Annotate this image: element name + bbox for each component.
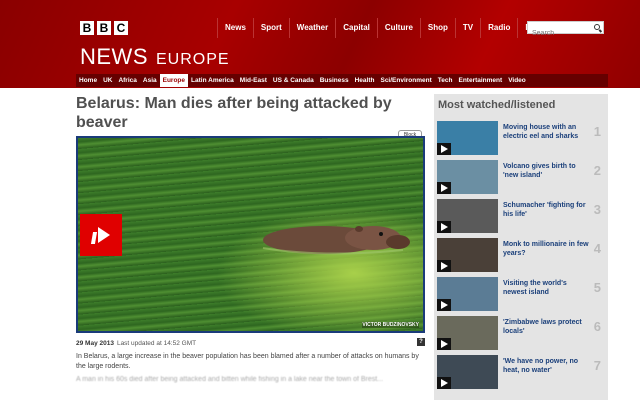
article-body: In Belarus, a large increase in the beav… (76, 352, 421, 385)
video-thumbnail[interactable] (437, 277, 498, 311)
subnav-item-latin-america[interactable]: Latin America (188, 74, 237, 87)
logo-letter: C (114, 21, 128, 35)
article-paragraph: In Belarus, a large increase in the beav… (76, 353, 419, 370)
rank-number: 4 (593, 241, 601, 256)
play-icon (437, 338, 451, 350)
sub-nav: Home UK Africa Asia Europe Latin America… (76, 74, 608, 87)
play-icon (437, 299, 451, 311)
most-watched-link[interactable]: Volcano gives birth to 'new island' (503, 162, 589, 180)
video-thumbnail[interactable] (437, 316, 498, 350)
video-thumbnail[interactable] (437, 121, 498, 155)
most-watched-link[interactable]: Moving house with an electric eel and sh… (503, 123, 589, 141)
video-credit: VICTOR BUDZINOVSKY (362, 322, 419, 328)
article-date: 29 May 2013 (76, 340, 114, 347)
subnav-item-africa[interactable]: Africa (115, 74, 139, 87)
search-box (527, 21, 604, 39)
most-watched-link[interactable]: 'Zimbabwe laws protect locals' (503, 318, 589, 336)
play-icon (437, 260, 451, 272)
beaver-image (262, 226, 410, 255)
subnav-item-asia[interactable]: Asia (140, 74, 160, 87)
rank-number: 3 (593, 202, 601, 217)
subnav-item-mid-east[interactable]: Mid-East (237, 74, 270, 87)
most-watched-item[interactable]: 'We have no power, no heat, no water' 7 (437, 355, 605, 391)
rank-number: 5 (593, 280, 601, 295)
most-watched-link[interactable]: Visiting the world's newest island (503, 279, 589, 297)
subnav-item-us-canada[interactable]: US & Canada (270, 74, 317, 87)
top-nav: News Sport Weather Capital Culture Shop … (217, 18, 558, 38)
most-watched-item[interactable]: Schumacher 'fighting for his life' 3 (437, 199, 605, 235)
nav-item-sport[interactable]: Sport (252, 18, 289, 38)
play-icon[interactable] (80, 214, 122, 256)
nav-item-news[interactable]: News (217, 18, 253, 38)
most-watched-item[interactable]: Monk to millionaire in few years? 4 (437, 238, 605, 274)
nav-item-tv[interactable]: TV (454, 18, 480, 38)
rank-number: 6 (593, 319, 601, 334)
rank-number: 7 (593, 358, 601, 373)
subnav-item-business[interactable]: Business (317, 74, 352, 87)
article-paragraph: A man in his 60s died after being attack… (76, 376, 384, 383)
subnav-item-health[interactable]: Health (352, 74, 378, 87)
video-thumbnail[interactable] (437, 355, 498, 389)
rank-number: 1 (593, 124, 601, 139)
section-title-news: NEWS (80, 44, 148, 69)
subnav-item-entertainment[interactable]: Entertainment (455, 74, 505, 87)
subnav-item-uk[interactable]: UK (100, 74, 115, 87)
subnav-item-home[interactable]: Home (76, 74, 100, 87)
most-watched-panel: Most watched/listened Moving house with … (434, 94, 608, 400)
video-thumbnail[interactable] (437, 160, 498, 194)
video-player[interactable]: VICTOR BUDZINOVSKY (76, 136, 425, 333)
search-input[interactable] (528, 28, 594, 39)
search-icon[interactable] (594, 24, 600, 30)
most-watched-link[interactable]: Schumacher 'fighting for his life' (503, 201, 589, 219)
play-icon (437, 143, 451, 155)
subnav-item-tech[interactable]: Tech (435, 74, 456, 87)
subnav-item-europe[interactable]: Europe (159, 74, 189, 87)
nav-item-radio[interactable]: Radio (480, 18, 517, 38)
logo-letter: B (80, 21, 94, 35)
video-thumbnail[interactable] (437, 199, 498, 233)
most-watched-item[interactable]: Moving house with an electric eel and sh… (437, 121, 605, 157)
play-icon (437, 182, 451, 194)
rank-number: 2 (593, 163, 601, 178)
subnav-item-video[interactable]: Video (505, 74, 529, 87)
video-thumbnail[interactable] (437, 238, 498, 272)
masthead: B B C News Sport Weather Capital Culture… (0, 0, 640, 88)
most-watched-item[interactable]: Visiting the world's newest island 5 (437, 277, 605, 313)
help-icon[interactable]: ? (417, 338, 425, 346)
most-watched-item[interactable]: Volcano gives birth to 'new island' 2 (437, 160, 605, 196)
most-watched-link[interactable]: 'We have no power, no heat, no water' (503, 357, 589, 375)
article-updated: Last updated at 14:52 GMT (116, 340, 197, 347)
article-meta: 29 May 2013 Last updated at 14:52 GMT (76, 340, 196, 347)
nav-item-culture[interactable]: Culture (376, 18, 420, 38)
section-title[interactable]: NEWS EUROPE (80, 44, 230, 70)
subnav-item-sci-environment[interactable]: Sci/Environment (377, 74, 434, 87)
nav-item-shop[interactable]: Shop (419, 18, 455, 38)
play-icon (437, 221, 451, 233)
article-headline: Belarus: Man dies after being attacked b… (76, 95, 392, 131)
most-watched-item[interactable]: 'Zimbabwe laws protect locals' 6 (437, 316, 605, 352)
most-watched-link[interactable]: Monk to millionaire in few years? (503, 240, 589, 258)
logo-letter: B (97, 21, 111, 35)
bbc-logo[interactable]: B B C (80, 21, 128, 35)
nav-item-capital[interactable]: Capital (335, 18, 377, 38)
play-icon (437, 377, 451, 389)
section-title-europe: EUROPE (156, 51, 230, 68)
most-watched-title: Most watched/listened (438, 99, 556, 111)
nav-item-weather[interactable]: Weather (288, 18, 335, 38)
